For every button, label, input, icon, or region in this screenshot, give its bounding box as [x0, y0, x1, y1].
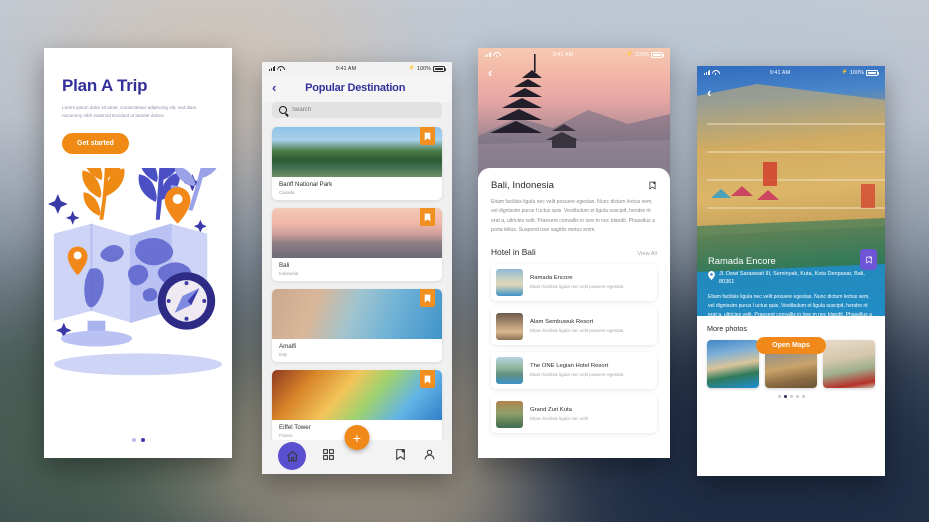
page-title: Bali, Indonesia	[491, 180, 554, 191]
battery-percent: 100%	[634, 51, 649, 58]
hotel-name: Alam Sembuwuk Resort	[530, 318, 594, 325]
status-bar: 9:41 AM ⚡ 100%	[478, 48, 670, 61]
bookmark-button[interactable]	[420, 370, 435, 388]
hotel-list-item[interactable]: The ONE Legian Hotel Resort Etiam facili…	[491, 351, 657, 389]
search-bar[interactable]	[272, 102, 442, 118]
battery-icon	[866, 69, 879, 76]
nav-home-button[interactable]	[278, 442, 307, 470]
hotel-name: The ONE Legian Hotel Resort	[530, 362, 609, 369]
destination-country: Canada	[279, 190, 295, 195]
status-time: 9:41 AM	[552, 51, 574, 58]
nav-profile-button[interactable]	[423, 448, 436, 466]
bookmark-icon[interactable]	[648, 180, 657, 191]
onboarding-pagination[interactable]	[44, 438, 232, 442]
destination-image	[272, 289, 442, 339]
destination-image	[272, 127, 442, 177]
battery-icon	[433, 65, 446, 72]
hotel-list-item[interactable]: Alam Sembuwuk Resort Etiam facilisis lig…	[491, 307, 657, 345]
add-button[interactable]: +	[344, 425, 370, 450]
back-icon[interactable]: ‹	[488, 66, 492, 79]
location-pin-icon	[708, 271, 715, 280]
destination-card[interactable]: Amalfi Italy	[272, 289, 442, 362]
hotel-description: Etiam facilisis ligula nec velit	[530, 415, 588, 421]
charging-icon: ⚡	[626, 51, 633, 57]
hotel-description: Etiam facilisis ligula nec velit posuere…	[530, 283, 625, 289]
nav-grid-button[interactable]	[322, 448, 335, 466]
battery-icon	[651, 51, 664, 58]
charging-icon: ⚡	[841, 69, 848, 75]
section-title: Hotel in Bali	[491, 246, 536, 257]
search-input[interactable]	[292, 107, 435, 113]
header: ‹ Popular Destination	[262, 75, 452, 102]
hotel-thumbnail	[496, 356, 523, 384]
detail-sheet: Bali, Indonesia Etiam facilisis ligula n…	[478, 168, 670, 458]
destination-image	[272, 370, 442, 420]
bookmark-button[interactable]	[860, 249, 877, 270]
travel-illustration	[44, 142, 232, 424]
hotel-list-item[interactable]: Grand Zuri Kuta Etiam facilisis ligula n…	[491, 395, 657, 433]
hotel-name: Grand Zuri Kuta	[530, 406, 572, 413]
phone-mockup-destination-detail: 9:41 AM ⚡ 100% ‹ Bali, Indonesia Etiam f…	[478, 48, 670, 458]
bookmark-button[interactable]	[420, 208, 435, 226]
wifi-icon	[712, 70, 718, 75]
signal-icon	[269, 66, 276, 71]
destination-card[interactable]: Bali Indonesia	[272, 208, 442, 281]
phone-mockup-onboarding: Plan A Trip Lorem ipsum dolor sit amet, …	[44, 48, 232, 458]
phone-mockup-hotel-detail: 9:41 AM ⚡ 100% ‹ Ramada Encore Jl. Dewi …	[697, 66, 885, 476]
wifi-icon	[493, 52, 499, 57]
charging-icon: ⚡	[408, 65, 415, 71]
destination-country: Indonesia	[279, 271, 299, 276]
status-bar: 9:41 AM ⚡ 100%	[697, 66, 885, 79]
destination-name: Bali	[279, 262, 290, 269]
status-time: 9:41 AM	[335, 65, 357, 72]
back-icon[interactable]: ‹	[707, 86, 711, 99]
battery-percent: 100%	[849, 69, 864, 76]
status-time: 9:41 AM	[769, 69, 791, 76]
wifi-icon	[277, 66, 283, 71]
onboarding-subtitle: Lorem ipsum dolor sit amet, consectetuer…	[62, 105, 197, 119]
nav-bookmark-button[interactable]	[394, 448, 407, 466]
hero-image	[478, 48, 670, 178]
hotel-description: Etiam facilisis ligula nec velit posuere…	[530, 371, 625, 377]
page-title: Plan A Trip	[62, 76, 148, 95]
destination-image	[272, 208, 442, 258]
bookmark-button[interactable]	[420, 127, 435, 145]
hotel-info-overlay: Ramada Encore Jl. Dewi Saraswati III, Se…	[697, 246, 885, 476]
bookmark-button[interactable]	[420, 289, 435, 307]
open-maps-button[interactable]: Open Maps	[756, 336, 826, 354]
view-all-link[interactable]: View All	[638, 251, 658, 257]
signal-icon	[485, 52, 492, 57]
signal-icon	[704, 70, 711, 75]
hotel-thumbnail	[496, 312, 523, 340]
hotel-description: Etiam facilisis ligula nec velit posuere…	[708, 293, 872, 327]
pagination-dot-active[interactable]	[140, 438, 145, 442]
hotel-thumbnail	[496, 400, 523, 428]
hotel-list-item[interactable]: Ramada Encore Etiam facilisis ligula nec…	[491, 263, 657, 301]
search-icon	[279, 106, 287, 114]
hotel-address: Jl. Dewi Saraswati III, Seminyak, Kuta, …	[719, 271, 865, 286]
battery-percent: 100%	[416, 65, 431, 72]
page-title: Popular Destination	[305, 81, 406, 94]
hotel-thumbnail	[496, 268, 523, 296]
destination-name: Banff National Park	[279, 181, 333, 188]
phone-mockup-popular-destination: 9:41 AM ⚡ 100% ‹ Popular Destination Ban…	[262, 62, 452, 474]
pagination-dot[interactable]	[131, 438, 136, 442]
hotel-list: Ramada Encore Etiam facilisis ligula nec…	[491, 263, 657, 433]
destination-name: Amalfi	[279, 343, 297, 350]
get-started-button[interactable]: Get started	[62, 132, 129, 154]
destination-country: Italy	[279, 352, 288, 357]
detail-description: Etiam facilisis ligula nec velit posuere…	[491, 199, 655, 234]
destination-list: Banff National Park Canada Bali Indonesi…	[262, 127, 452, 443]
hotel-name: Ramada Encore	[530, 274, 573, 281]
hotel-name: Ramada Encore	[708, 255, 776, 266]
destination-card[interactable]: Banff National Park Canada	[272, 127, 442, 200]
status-bar: 9:41 AM ⚡ 100%	[262, 62, 452, 75]
hotel-description: Etiam facilisis ligula nec velit posuere…	[530, 327, 625, 333]
